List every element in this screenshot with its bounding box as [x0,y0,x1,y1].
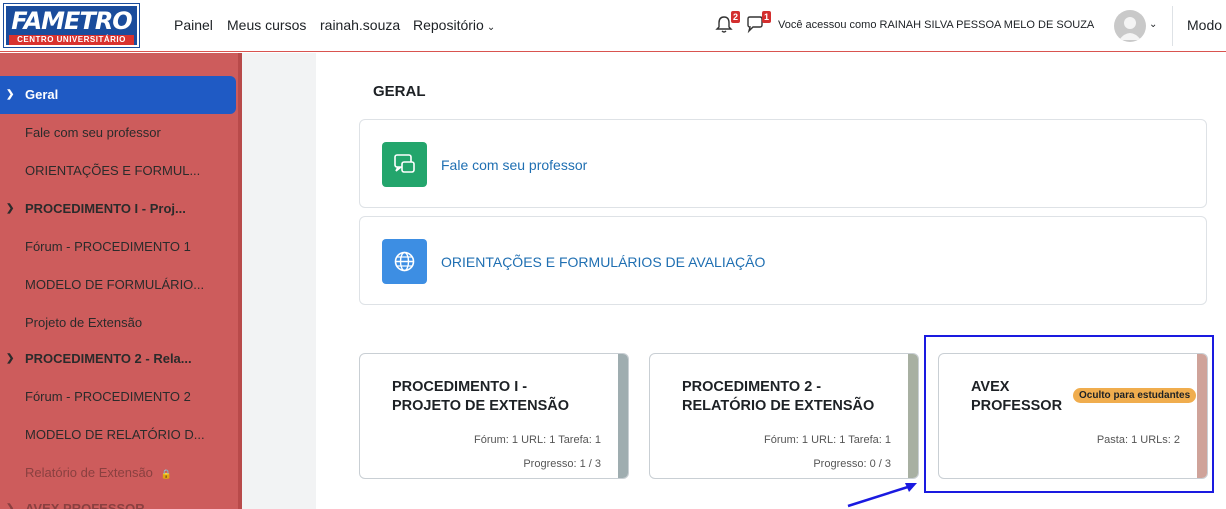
sidebar-section-avex-professor[interactable]: ❯ AVEX PROFESSOR [0,490,236,509]
sidebar-item-label: MODELO DE RELATÓRIO D... [25,427,205,442]
section-card-title: PROCEDIMENTO 2 - RELATÓRIO DE EXTENSÃO [682,379,875,414]
sidebar-item-label: Fórum - PROCEDIMENTO 1 [25,239,191,254]
sidebar-item-label: PROCEDIMENTO 2 - Rela... [25,351,192,366]
chevron-down-icon: ❯ [6,503,15,509]
edit-mode-label[interactable]: Modo [1187,17,1222,33]
section-card-stats: Fórum: 1 URL: 1 Tarefa: 1 [764,434,891,446]
lock-icon: 🔒 [160,469,172,479]
sidebar-item-label: Relatório de Extensão [25,465,153,480]
section-card-progress: Progresso: 1 / 3 [523,458,601,470]
top-navbar: FAMETRO CENTRO UNIVERSITÁRIO Painel Meus… [0,0,1226,52]
sidebar-item-relatorio-extensao[interactable]: Relatório de Extensão 🔒 [0,454,236,492]
sidebar-item-label: AVEX PROFESSOR [25,501,145,509]
activity-card-forum[interactable]: Fale com seu professor [359,119,1207,208]
nav-link-repositorio-label: Repositório [413,17,484,33]
chevron-down-icon: ❯ [6,89,15,100]
course-index-sidebar: ❯ Geral Fale com seu professor ORIENTAÇÕ… [0,53,242,509]
sidebar-item-label: Fale com seu professor [25,125,161,140]
sidebar-item-forum-procedimento-2[interactable]: Fórum - PROCEDIMENTO 2 [0,378,236,416]
brand-logo[interactable]: FAMETRO CENTRO UNIVERSITÁRIO [3,3,140,48]
sidebar-item-label: Projeto de Extensão [25,315,143,330]
section-card-procedimento-1[interactable]: PROCEDIMENTO I - PROJETO DE EXTENSÃO Fór… [359,353,629,479]
section-card-progress: Progresso: 0 / 3 [813,458,891,470]
activity-card-url[interactable]: ORIENTAÇÕES E FORMULÁRIOS DE AVALIAÇÃO [359,216,1207,305]
sidebar-item-label: Fórum - PROCEDIMENTO 2 [25,389,191,404]
section-card-procedimento-2[interactable]: PROCEDIMENTO 2 - RELATÓRIO DE EXTENSÃO F… [649,353,919,479]
sidebar-section-geral[interactable]: ❯ Geral [0,76,236,114]
messages-badge: 1 [761,11,771,23]
card-color-stripe [908,354,918,478]
chevron-down-icon[interactable]: ⌄ [1149,19,1157,30]
chevron-down-icon: ❯ [6,203,15,214]
forum-icon [382,142,427,187]
sidebar-item-label: PROCEDIMENTO I - Proj... [25,201,186,216]
nav-link-painel[interactable]: Painel [174,17,213,33]
nav-link-username[interactable]: rainah.souza [320,17,400,33]
user-avatar[interactable] [1114,10,1146,42]
sidebar-item-projeto-extensao[interactable]: Projeto de Extensão [0,304,236,342]
globe-icon [382,239,427,284]
sidebar-item-forum-procedimento-1[interactable]: Fórum - PROCEDIMENTO 1 [0,228,236,266]
logged-in-as-text: Você acessou como RAINAH SILVA PESSOA ME… [778,19,1095,31]
notifications-button[interactable]: 2 [714,11,740,36]
chevron-down-icon: ❯ [6,353,15,364]
sidebar-item-label: ORIENTAÇÕES E FORMUL... [25,163,201,178]
activity-link-fale-professor[interactable]: Fale com seu professor [441,157,587,173]
section-card-stats: Fórum: 1 URL: 1 Tarefa: 1 [474,434,601,446]
card-color-stripe [618,354,628,478]
annotation-highlight-box [924,335,1214,493]
section-card-title: PROCEDIMENTO I - PROJETO DE EXTENSÃO [392,379,569,414]
sidebar-section-procedimento-2[interactable]: ❯ PROCEDIMENTO 2 - Rela... [0,340,236,378]
annotation-arrow-icon [847,483,917,508]
chevron-down-icon: ⌄ [486,22,496,33]
activity-link-orientacoes[interactable]: ORIENTAÇÕES E FORMULÁRIOS DE AVALIAÇÃO [441,254,765,270]
sidebar-section-procedimento-1[interactable]: ❯ PROCEDIMENTO I - Proj... [0,190,236,228]
logo-text: FAMETRO [11,7,132,35]
sidebar-item-orientacoes[interactable]: ORIENTAÇÕES E FORMUL... [0,152,236,190]
nav-link-meus-cursos[interactable]: Meus cursos [227,17,306,33]
sidebar-item-label: MODELO DE FORMULÁRIO... [25,277,205,292]
nav-link-repositorio[interactable]: Repositório ⌄ [413,17,495,33]
content-gutter [242,53,316,509]
sidebar-item-modelo-formulario[interactable]: MODELO DE FORMULÁRIO... [0,266,236,304]
sidebar-item-modelo-relatorio[interactable]: MODELO DE RELATÓRIO D... [0,416,236,454]
nav-divider [1172,6,1173,46]
section-title-geral: GERAL [373,83,426,100]
sidebar-item-fale-professor[interactable]: Fale com seu professor [0,114,236,152]
logo-subtitle: CENTRO UNIVERSITÁRIO [9,35,134,45]
notifications-badge: 2 [730,11,740,23]
user-silhouette-icon [1119,17,1141,40]
sidebar-item-label: Geral [25,87,59,102]
messages-button[interactable]: 1 [745,11,771,36]
